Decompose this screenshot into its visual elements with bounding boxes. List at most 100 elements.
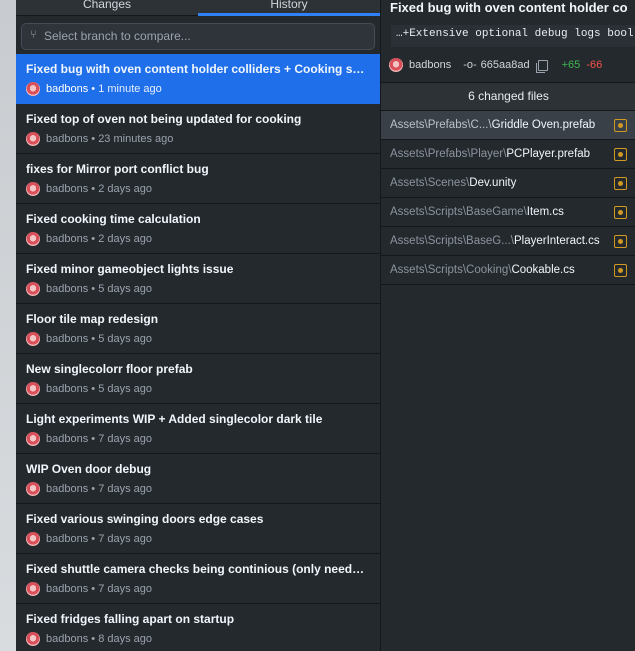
commit-meta: badbons • 8 days ago — [26, 631, 152, 647]
commit-time: 7 days ago — [98, 433, 153, 445]
commit-item[interactable]: WIP Oven door debug badbons • 7 days ago — [16, 454, 380, 504]
avatar — [26, 182, 40, 196]
commit-meta: badbons • 2 days ago — [26, 181, 152, 197]
file-dir: Assets\Scripts\BaseGame\ — [390, 206, 527, 218]
commit-title: Light experiments WIP + Added singlecolo… — [26, 412, 323, 426]
additions-count: +65 — [561, 59, 581, 71]
commit-author: badbons — [46, 133, 89, 145]
history-sidebar: Changes History ⑂ Fixed bug with oven co… — [16, 0, 380, 651]
commit-meta: badbons • 5 days ago — [26, 331, 152, 347]
commit-item[interactable]: Fixed various swinging doors edge cases … — [16, 504, 380, 554]
file-dir: Assets\Scripts\Cooking\ — [390, 264, 512, 276]
changed-files-header: 6 changed files — [381, 82, 635, 111]
commit-item[interactable]: fixes for Mirror port conflict bug badbo… — [16, 154, 380, 204]
commit-title: Fixed various swinging doors edge cases — [26, 512, 264, 526]
file-name: PlayerInteract.cs — [513, 235, 600, 247]
commit-item[interactable]: New singlecolorr floor prefab badbons • … — [16, 354, 380, 404]
commit-time: 7 days ago — [98, 533, 153, 545]
file-path: Assets\Prefabs\Player\PCPlayer.prefab — [390, 140, 590, 168]
commit-title: Fixed top of oven not being updated for … — [26, 112, 302, 126]
commit-title: fixes for Mirror port conflict bug — [26, 162, 209, 176]
file-path: Assets\Scripts\BaseG...\PlayerInteract.c… — [390, 227, 600, 255]
avatar — [26, 532, 40, 546]
file-path: Assets\Scenes\Dev.unity — [390, 169, 516, 197]
commit-time: 7 days ago — [98, 583, 153, 595]
commit-item[interactable]: Fixed fridges falling apart on startup b… — [16, 604, 380, 651]
commit-author: badbons — [46, 483, 89, 495]
avatar — [26, 432, 40, 446]
commit-meta: badbons • 23 minutes ago — [26, 131, 173, 147]
file-name: Cookable.cs — [511, 264, 575, 276]
commit-title: Fixed fridges falling apart on startup — [26, 612, 235, 626]
commit-detail-author: badbons — [409, 59, 452, 71]
commit-description[interactable]: …+Extensive optional debug logs bool — [391, 25, 635, 47]
avatar — [26, 132, 40, 146]
commit-item[interactable]: Fixed shuttle camera checks being contin… — [16, 554, 380, 604]
file-path: Assets\Scripts\BaseGame\Item.cs — [390, 198, 564, 226]
commit-item[interactable]: Fixed top of oven not being updated for … — [16, 104, 380, 154]
modified-icon — [614, 264, 627, 277]
commit-author: badbons — [46, 533, 89, 545]
commit-meta: badbons • 7 days ago — [26, 431, 152, 447]
commit-title: Fixed cooking time calculation — [26, 212, 201, 226]
commit-item[interactable]: Fixed bug with oven content holder colli… — [16, 54, 380, 104]
branch-compare-input[interactable] — [44, 27, 364, 45]
commit-time: 23 minutes ago — [98, 133, 174, 145]
commit-item[interactable]: Floor tile map redesign badbons • 5 days… — [16, 304, 380, 354]
file-dir: Assets\Scenes\ — [390, 177, 470, 189]
commit-author: badbons — [46, 283, 89, 295]
changed-file-item[interactable]: Assets\Prefabs\C...\Griddle Oven.prefab — [381, 111, 635, 140]
changed-file-item[interactable]: Assets\Scripts\BaseG...\PlayerInteract.c… — [381, 227, 635, 256]
commit-item[interactable]: Light experiments WIP + Added singlecolo… — [16, 404, 380, 454]
commit-meta: badbons • 5 days ago — [26, 381, 152, 397]
commit-time: 2 days ago — [98, 183, 153, 195]
commit-meta: badbons • 1 minute ago — [26, 81, 162, 97]
avatar — [26, 582, 40, 596]
file-name: PCPlayer.prefab — [506, 148, 591, 160]
modified-icon — [614, 206, 627, 219]
branch-icon: ⑂ — [30, 29, 37, 41]
commit-item[interactable]: Fixed minor gameobject lights issue badb… — [16, 254, 380, 304]
commit-title: New singlecolorr floor prefab — [26, 362, 193, 376]
changed-file-item[interactable]: Assets\Prefabs\Player\PCPlayer.prefab — [381, 140, 635, 169]
modified-icon — [614, 235, 627, 248]
commit-time: 2 days ago — [98, 233, 153, 245]
avatar — [26, 332, 40, 346]
commit-time: 8 days ago — [98, 633, 153, 645]
avatar — [26, 232, 40, 246]
changed-files-list: Assets\Prefabs\C...\Griddle Oven.prefab … — [381, 111, 635, 285]
active-tab-indicator — [198, 13, 380, 16]
file-name: Griddle Oven.prefab — [491, 119, 596, 131]
tab-changes[interactable]: Changes — [16, 0, 198, 15]
commit-list: Fixed bug with oven content holder colli… — [16, 54, 380, 651]
commit-item[interactable]: Fixed cooking time calculation badbons •… — [16, 204, 380, 254]
copy-icon[interactable] — [535, 59, 548, 73]
commit-time: 5 days ago — [98, 333, 153, 345]
commit-time: 5 days ago — [98, 283, 153, 295]
commit-meta: badbons • 7 days ago — [26, 481, 152, 497]
avatar — [26, 632, 40, 646]
modified-icon — [614, 119, 627, 132]
tab-bar: Changes History — [16, 0, 380, 16]
background-strip — [0, 0, 16, 651]
modified-icon — [614, 148, 627, 161]
commit-time: 5 days ago — [98, 383, 153, 395]
commit-icon: -o- — [463, 59, 477, 71]
avatar — [26, 282, 40, 296]
avatar — [26, 482, 40, 496]
changed-file-item[interactable]: Assets\Scenes\Dev.unity — [381, 169, 635, 198]
commit-title: Fixed shuttle camera checks being contin… — [26, 562, 368, 576]
changed-file-item[interactable]: Assets\Scripts\BaseGame\Item.cs — [381, 198, 635, 227]
changed-file-item[interactable]: Assets\Scripts\Cooking\Cookable.cs — [381, 256, 635, 285]
commit-author: badbons — [46, 583, 89, 595]
file-dir: Assets\Prefabs\Player\ — [390, 148, 507, 160]
commit-detail-meta: badbons -o- 665aa8ad +65 -66 — [389, 57, 602, 73]
branch-compare-box[interactable]: ⑂ — [21, 23, 375, 50]
commit-title: Floor tile map redesign — [26, 312, 159, 326]
file-dir: Assets\Prefabs\C...\ — [390, 119, 492, 131]
file-path: Assets\Scripts\Cooking\Cookable.cs — [390, 256, 575, 284]
commit-meta: badbons • 7 days ago — [26, 581, 152, 597]
modified-icon — [614, 177, 627, 190]
commit-author: badbons — [46, 83, 89, 95]
commit-title: Fixed minor gameobject lights issue — [26, 262, 234, 276]
